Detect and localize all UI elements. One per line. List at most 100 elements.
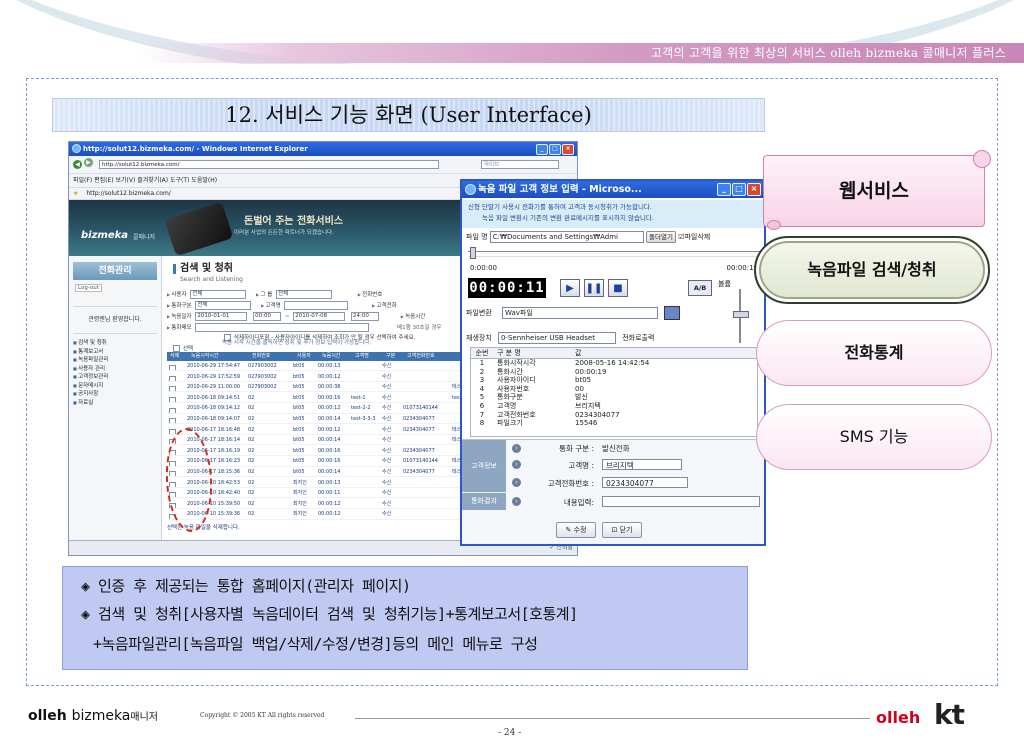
table-cell: bt05 xyxy=(293,363,305,369)
customer-phone-input[interactable]: 0234304077 xyxy=(602,477,688,488)
delete-selected-button[interactable]: 선택한 녹음 파일을 삭제합니다. xyxy=(167,525,240,531)
row-checkbox[interactable] xyxy=(169,365,176,371)
column-header[interactable]: 삭제 xyxy=(167,352,188,361)
call-type-select[interactable]: 전체 xyxy=(195,301,252,310)
edit-button[interactable]: ✎ 수정 xyxy=(556,522,596,538)
notice-line-2: 녹음 파일 변환시 기존의 변환 완료메시지를 표시하지 않습니다. xyxy=(482,214,655,222)
slide-title: 12. 서비스 기능 화면 (User Interface) xyxy=(225,103,592,127)
phone-output-label[interactable]: 전화로출력 xyxy=(622,334,654,342)
file-path-input[interactable]: C:₩Documents and Settings₩Admi xyxy=(489,231,644,243)
column-header[interactable]: 구분 xyxy=(383,352,404,361)
select-all-checkbox[interactable] xyxy=(173,345,180,352)
sidebar-item[interactable]: 사용자 관리 xyxy=(73,365,159,374)
open-folder-button[interactable]: 폴더열기 xyxy=(646,231,676,243)
dialog-maximize-icon[interactable]: □ xyxy=(732,183,746,196)
pause-icon[interactable]: ❚❚ xyxy=(584,279,604,297)
table-cell: 수신 xyxy=(382,500,392,507)
play-icon[interactable]: ▶ xyxy=(560,279,580,297)
playback-thumb[interactable] xyxy=(470,247,476,259)
stop-icon[interactable]: ■ xyxy=(608,279,628,297)
date-to-input[interactable]: 2010-07-08 xyxy=(293,312,346,321)
back-icon[interactable]: ◀ xyxy=(73,159,82,169)
ab-repeat-button[interactable]: A/B xyxy=(688,280,712,296)
table-cell: 00:00:11 xyxy=(318,490,341,497)
address-bar[interactable]: http://solut12.bizmeka.com/ xyxy=(99,160,439,169)
maximize-icon[interactable]: □ xyxy=(549,144,561,155)
footer-brand-manager: 매니저 xyxy=(130,712,158,723)
table-cell: 01073140144 xyxy=(403,458,438,465)
row-checkbox[interactable] xyxy=(169,397,176,402)
column-header[interactable]: 전화번호 xyxy=(249,352,294,361)
customer-name-input[interactable]: 브리지텍 xyxy=(602,459,682,470)
site-logo[interactable]: bizmeka xyxy=(81,230,128,241)
close-icon[interactable]: × xyxy=(562,144,574,155)
menu-web-service[interactable]: 웹서비스 xyxy=(763,150,991,230)
menu-recording-search[interactable]: 녹음파일 검색/청취 xyxy=(754,236,990,304)
table-cell: 00:00:38 xyxy=(318,384,341,391)
row-checkbox[interactable] xyxy=(169,386,176,392)
content-input[interactable] xyxy=(602,496,760,507)
info-cell: 00:00:19 xyxy=(575,367,607,376)
footer-brand-olleh: olleh xyxy=(28,708,67,724)
favorites-star-icon[interactable]: ★ xyxy=(73,190,78,197)
sidebar-item[interactable]: 자료실 xyxy=(73,399,159,408)
table-cell[interactable]: 2010-06-18 09:14:07 xyxy=(184,415,245,423)
sidebar-item[interactable]: 검색 및 청취 xyxy=(73,339,159,348)
group-select[interactable]: 전체 xyxy=(276,290,333,299)
volume-slider[interactable] xyxy=(730,289,750,343)
favorites-tab[interactable]: http://solut12.bizmeka.com/ xyxy=(86,190,171,197)
sidebar-item[interactable]: 문자메시지 xyxy=(73,382,159,391)
table-cell[interactable]: 2010-06-29 17:54:47 xyxy=(184,362,245,370)
table-cell: 수신 xyxy=(382,405,392,412)
table-cell: test-3-3-3 xyxy=(351,416,376,422)
search-input[interactable]: 라이브 xyxy=(481,160,559,169)
table-cell: 00:00:16 xyxy=(318,458,341,465)
table-cell[interactable]: 2010-06-29 17:52:59 xyxy=(184,373,245,381)
select-all[interactable]: 선택 xyxy=(171,344,193,352)
device-select[interactable]: 0-Sennheiser USB Headset xyxy=(498,332,616,344)
kt-logo-olleh: olleh xyxy=(876,708,921,727)
memo-input[interactable] xyxy=(195,323,370,332)
volume-thumb[interactable] xyxy=(733,311,749,318)
logout-button[interactable]: Log-out xyxy=(75,284,102,292)
dialog-minimize-icon[interactable]: _ xyxy=(717,183,731,196)
table-cell: 00:00:12 xyxy=(318,373,341,380)
table-cell[interactable]: 2010-06-29 11:00:00 xyxy=(184,383,245,391)
column-header[interactable]: 녹음시간 xyxy=(319,352,352,361)
column-header[interactable]: 고객명 xyxy=(352,352,383,361)
convert-format-select[interactable]: Wav파일 xyxy=(502,307,658,319)
info-cell: 2008-05-16 14:42:54 xyxy=(575,359,650,367)
row-checkbox[interactable] xyxy=(169,407,176,413)
user-select[interactable]: 전체 xyxy=(190,290,247,299)
site-logo-sub: 콜매니저 xyxy=(133,234,156,241)
column-header[interactable]: 사용자 xyxy=(294,352,319,361)
minimize-icon[interactable]: _ xyxy=(536,144,548,155)
row-checkbox[interactable] xyxy=(169,375,176,381)
table-cell: 수신 xyxy=(382,479,392,486)
time-to-select[interactable]: 24:00 xyxy=(350,312,379,321)
sidebar-item[interactable]: 공지사항 xyxy=(73,390,159,399)
sidebar-item[interactable]: 통계보고서 xyxy=(73,348,159,357)
info-cell: 발신 xyxy=(575,393,588,402)
menu-call-statistics[interactable]: 전화통계 xyxy=(756,320,992,386)
table-cell: 027903002 xyxy=(248,384,277,391)
table-cell[interactable]: 2010-06-18 09:14:12 xyxy=(184,404,245,412)
table-cell: 00:00:13 xyxy=(318,363,341,369)
sidebar-item[interactable]: 고객정보관리 xyxy=(73,373,159,382)
table-cell[interactable]: 2010-06-18 09:14:51 xyxy=(184,394,245,402)
dialog-close-icon[interactable]: × xyxy=(747,183,761,196)
column-header[interactable]: 고객전화번호 xyxy=(404,352,453,361)
table-cell: bt05 xyxy=(293,447,305,454)
forward-icon[interactable]: ▶ xyxy=(84,158,93,167)
time-from-select[interactable]: 00:00 xyxy=(253,312,282,321)
column-header[interactable]: 녹음시작시간 xyxy=(188,352,249,361)
table-cell: bt05 xyxy=(293,373,305,380)
date-from-input[interactable]: 2010-01-01 xyxy=(195,312,248,321)
row-checkbox[interactable] xyxy=(169,418,176,424)
close-button[interactable]: ⊡ 닫기 xyxy=(602,522,642,538)
menu-sms[interactable]: SMS 기능 xyxy=(756,404,992,470)
customer-input[interactable] xyxy=(284,301,349,310)
convert-icon[interactable] xyxy=(664,306,681,320)
sidebar-item[interactable]: 녹음파일관리 xyxy=(73,356,159,365)
playback-track[interactable] xyxy=(468,251,760,257)
